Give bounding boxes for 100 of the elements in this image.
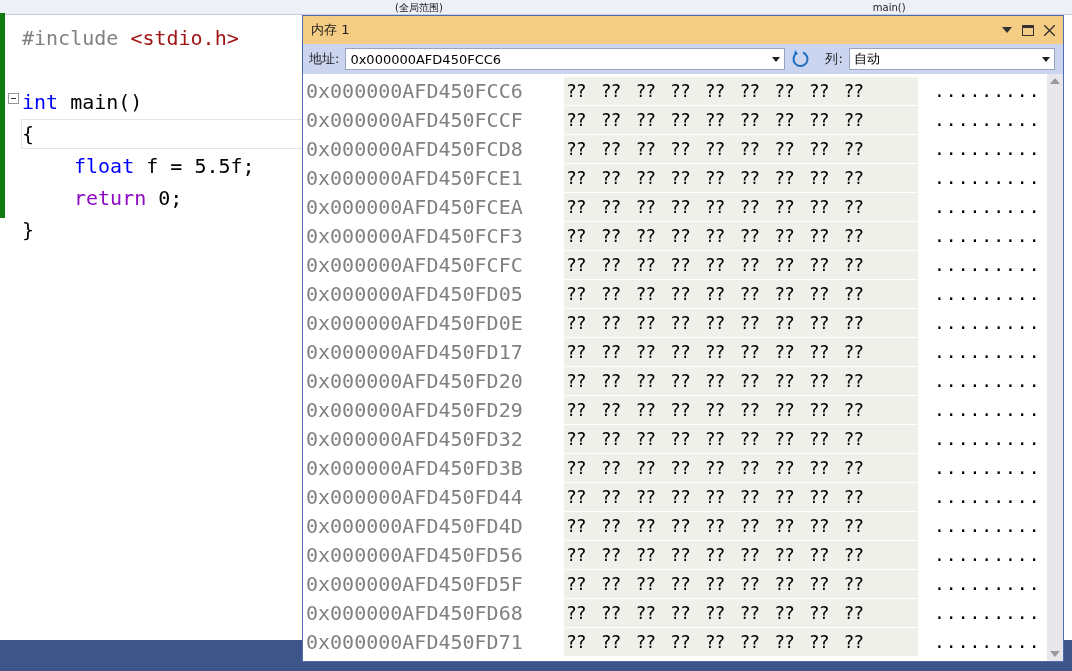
byte-value: ?? bbox=[808, 312, 829, 333]
byte-value: ?? bbox=[635, 399, 656, 420]
close-icon[interactable] bbox=[1044, 24, 1055, 36]
byte-value: ?? bbox=[600, 283, 621, 304]
byte-value: ?? bbox=[600, 225, 621, 246]
byte-value: ?? bbox=[774, 312, 794, 333]
byte-value: ?? bbox=[739, 428, 760, 449]
dropdown-caret-icon[interactable] bbox=[772, 56, 781, 62]
byte-value: ?? bbox=[808, 138, 829, 159]
byte-value: ?? bbox=[808, 573, 829, 594]
byte-value: ?? bbox=[843, 631, 864, 652]
byte-value: ?? bbox=[808, 341, 829, 362]
byte-value: ?? bbox=[808, 80, 829, 101]
byte-value: ?? bbox=[808, 515, 829, 536]
byte-value: ?? bbox=[566, 225, 586, 246]
byte-value: ?? bbox=[808, 631, 829, 652]
byte-value: ?? bbox=[566, 515, 586, 536]
ascii-text: ......... bbox=[934, 515, 1041, 536]
byte-value: ?? bbox=[808, 109, 829, 130]
memory-address: 0x000000AFD450FCC6 bbox=[305, 78, 524, 103]
byte-value: ?? bbox=[704, 544, 725, 565]
byte-value: ?? bbox=[600, 109, 621, 130]
memory-address: 0x000000AFD450FD17 bbox=[305, 339, 524, 364]
byte-value: ?? bbox=[600, 602, 621, 623]
byte-value: ?? bbox=[843, 399, 864, 420]
memory-address: 0x000000AFD450FD44 bbox=[305, 484, 524, 509]
byte-value: ?? bbox=[808, 428, 829, 449]
byte-value: ?? bbox=[670, 80, 690, 101]
ascii-text: ......... bbox=[934, 225, 1041, 246]
byte-value: ?? bbox=[600, 515, 621, 536]
byte-value: ?? bbox=[600, 457, 621, 478]
byte-value: ?? bbox=[670, 631, 690, 652]
byte-value: ?? bbox=[635, 283, 656, 304]
ascii-text: ......... bbox=[934, 399, 1041, 420]
ascii-text: ......... bbox=[934, 167, 1041, 188]
memory-address: 0x000000AFD450FD05 bbox=[305, 281, 524, 306]
byte-value: ?? bbox=[566, 631, 586, 652]
byte-value: ?? bbox=[566, 196, 586, 217]
ascii-text: ......... bbox=[934, 573, 1041, 594]
memory-address: 0x000000AFD450FD71 bbox=[305, 629, 524, 654]
byte-value: ?? bbox=[843, 428, 864, 449]
ascii-text: ......... bbox=[934, 283, 1041, 304]
memory-address: 0x000000AFD450FCFC bbox=[305, 252, 524, 277]
memory-address: 0x000000AFD450FCEA bbox=[305, 194, 524, 219]
byte-value: ?? bbox=[670, 457, 690, 478]
byte-value: ?? bbox=[739, 225, 760, 246]
byte-value: ?? bbox=[600, 573, 621, 594]
code-line: } bbox=[21, 217, 36, 244]
memory-address: 0x000000AFD450FCE1 bbox=[305, 165, 524, 190]
byte-value: ?? bbox=[566, 486, 586, 507]
ascii-text: ......... bbox=[934, 109, 1041, 130]
byte-value: ?? bbox=[843, 80, 864, 101]
collapse-icon[interactable] bbox=[7, 92, 19, 104]
byte-value: ?? bbox=[566, 283, 586, 304]
code-line: float f = 5.5f; bbox=[73, 153, 256, 180]
byte-value: ?? bbox=[843, 138, 864, 159]
byte-value: ?? bbox=[774, 486, 794, 507]
dropdown-caret-icon[interactable] bbox=[1041, 56, 1050, 62]
byte-value: ?? bbox=[774, 631, 794, 652]
byte-value: ?? bbox=[808, 370, 829, 391]
byte-value: ?? bbox=[600, 544, 621, 565]
ascii-text: ......... bbox=[934, 486, 1041, 507]
byte-value: ?? bbox=[635, 370, 656, 391]
byte-value: ?? bbox=[566, 138, 586, 159]
byte-value: ?? bbox=[670, 544, 690, 565]
byte-value: ?? bbox=[635, 80, 656, 101]
byte-value: ?? bbox=[566, 341, 586, 362]
byte-value: ?? bbox=[843, 254, 864, 275]
byte-value: ?? bbox=[670, 283, 690, 304]
maximize-icon[interactable] bbox=[1022, 24, 1034, 36]
byte-value: ?? bbox=[566, 167, 586, 188]
byte-value: ?? bbox=[704, 109, 725, 130]
memory-address: 0x000000AFD450FD0E bbox=[305, 310, 524, 335]
byte-value: ?? bbox=[704, 631, 725, 652]
byte-value: ?? bbox=[670, 138, 690, 159]
scope-dropdown[interactable]: (全局范围) bbox=[395, 2, 443, 14]
byte-value: ?? bbox=[843, 544, 864, 565]
dropdown-caret-icon[interactable] bbox=[1002, 27, 1012, 33]
byte-value: ?? bbox=[843, 573, 864, 594]
ascii-text: ......... bbox=[934, 602, 1041, 623]
byte-value: ?? bbox=[704, 225, 725, 246]
byte-value: ?? bbox=[600, 486, 621, 507]
byte-value: ?? bbox=[600, 254, 621, 275]
byte-value: ?? bbox=[670, 196, 690, 217]
columns-dropdown[interactable]: 自动 bbox=[848, 48, 1055, 70]
byte-value: ?? bbox=[739, 283, 760, 304]
code-line: #include <stdio.h> bbox=[21, 25, 240, 52]
byte-value: ?? bbox=[600, 428, 621, 449]
columns-label: 列: bbox=[825, 50, 843, 68]
byte-value: ?? bbox=[774, 544, 794, 565]
memory-address: 0x000000AFD450FD3B bbox=[305, 455, 524, 480]
byte-value: ?? bbox=[670, 167, 690, 188]
address-field[interactable]: 0x000000AFD450FCC6 bbox=[345, 48, 786, 70]
byte-value: ?? bbox=[808, 167, 829, 188]
byte-value: ?? bbox=[635, 515, 656, 536]
byte-value: ?? bbox=[808, 225, 829, 246]
byte-value: ?? bbox=[704, 602, 725, 623]
function-dropdown[interactable]: main() bbox=[872, 2, 906, 14]
byte-value: ?? bbox=[774, 138, 794, 159]
byte-value: ?? bbox=[774, 428, 794, 449]
